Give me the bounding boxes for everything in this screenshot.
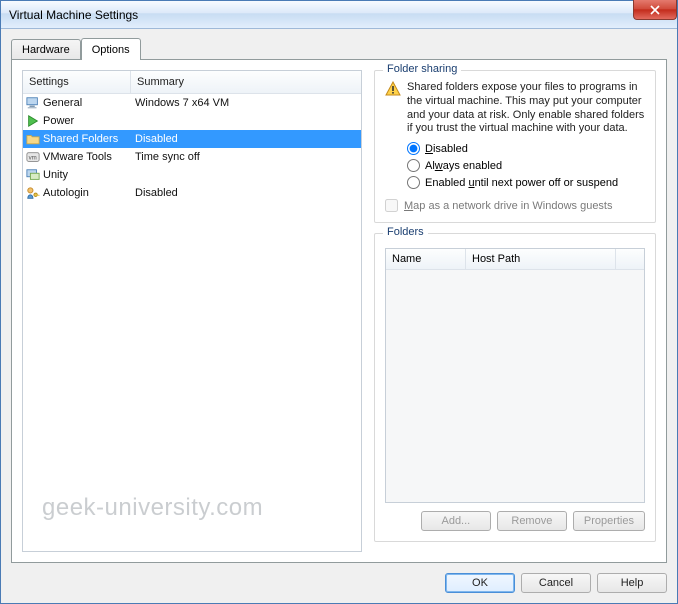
play-icon	[23, 114, 43, 128]
item-label: General	[43, 97, 131, 109]
tab-hardware[interactable]: Hardware	[11, 39, 81, 59]
group-title: Folder sharing	[383, 63, 461, 75]
map-drive-checkbox-row[interactable]: Map as a network drive in Windows guests	[385, 199, 645, 212]
list-item-power[interactable]: Power	[23, 112, 361, 130]
cancel-button[interactable]: Cancel	[521, 573, 591, 593]
list-item-shared-folders[interactable]: Shared Folders Disabled	[23, 130, 361, 148]
radio-until-off[interactable]: Enabled until next power off or suspend	[407, 176, 645, 189]
details-pane: Folder sharing Shared folders expose you…	[374, 70, 656, 552]
folders-buttons: Add... Remove Properties	[385, 511, 645, 531]
item-label: Power	[43, 115, 131, 127]
col-summary[interactable]: Summary	[131, 71, 361, 93]
radio-always[interactable]: Always enabled	[407, 159, 645, 172]
col-spacer	[616, 249, 644, 269]
col-settings[interactable]: Settings	[23, 71, 131, 93]
list-item-autologin[interactable]: Autologin Disabled	[23, 184, 361, 202]
folders-table-header: Name Host Path	[386, 249, 644, 270]
item-summary: Disabled	[131, 133, 361, 145]
folder-sharing-group: Folder sharing Shared folders expose you…	[374, 70, 656, 223]
ok-button[interactable]: OK	[445, 573, 515, 593]
folders-table-body[interactable]	[386, 270, 644, 502]
warning-text: Shared folders expose your files to prog…	[407, 81, 645, 136]
window-body: Hardware Options Settings Summary Genera…	[1, 29, 677, 603]
tabs: Hardware Options	[11, 37, 667, 59]
group-title: Folders	[383, 226, 428, 238]
monitor-icon	[23, 96, 43, 110]
item-summary: Disabled	[131, 187, 361, 199]
vm-icon: vm	[23, 150, 43, 164]
item-summary: Time sync off	[131, 151, 361, 163]
dialog-footer: OK Cancel Help	[11, 563, 667, 593]
svg-text:vm: vm	[29, 155, 37, 162]
user-key-icon	[23, 186, 43, 200]
list-item-vmware-tools[interactable]: vm VMware Tools Time sync off	[23, 148, 361, 166]
folders-table[interactable]: Name Host Path	[385, 248, 645, 503]
properties-button[interactable]: Properties	[573, 511, 645, 531]
tab-options[interactable]: Options	[81, 38, 141, 60]
settings-list: Settings Summary General Windows 7 x64 V…	[22, 70, 362, 552]
window-title: Virtual Machine Settings	[5, 8, 138, 22]
radio-always-input[interactable]	[407, 159, 420, 172]
tab-panel: Settings Summary General Windows 7 x64 V…	[11, 59, 667, 563]
list-item-general[interactable]: General Windows 7 x64 VM	[23, 94, 361, 112]
folders-group: Folders Name Host Path Add... Remove Pro…	[374, 233, 656, 542]
settings-window: Virtual Machine Settings Hardware Option…	[0, 0, 678, 604]
help-button[interactable]: Help	[597, 573, 667, 593]
close-button[interactable]	[633, 0, 677, 20]
radio-disabled[interactable]: Disabled	[407, 142, 645, 155]
list-item-unity[interactable]: Unity	[23, 166, 361, 184]
close-icon	[650, 5, 660, 15]
item-label: VMware Tools	[43, 151, 131, 163]
item-summary: Windows 7 x64 VM	[131, 97, 361, 109]
folder-icon	[23, 132, 43, 146]
col-name[interactable]: Name	[386, 249, 466, 269]
warning-row: Shared folders expose your files to prog…	[385, 81, 645, 136]
sharing-radios: Disabled Always enabled Enabled until ne…	[407, 142, 645, 189]
col-hostpath[interactable]: Host Path	[466, 249, 616, 269]
map-drive-checkbox[interactable]	[385, 199, 398, 212]
unity-icon	[23, 168, 43, 182]
remove-button[interactable]: Remove	[497, 511, 567, 531]
settings-list-header: Settings Summary	[23, 71, 361, 94]
settings-list-body[interactable]: General Windows 7 x64 VM Power Shared Fo…	[23, 94, 361, 551]
item-label: Unity	[43, 169, 131, 181]
titlebar[interactable]: Virtual Machine Settings	[1, 1, 677, 29]
item-label: Shared Folders	[43, 133, 131, 145]
radio-disabled-input[interactable]	[407, 142, 420, 155]
item-label: Autologin	[43, 187, 131, 199]
radio-until-off-input[interactable]	[407, 176, 420, 189]
warning-icon	[385, 81, 401, 97]
add-button[interactable]: Add...	[421, 511, 491, 531]
